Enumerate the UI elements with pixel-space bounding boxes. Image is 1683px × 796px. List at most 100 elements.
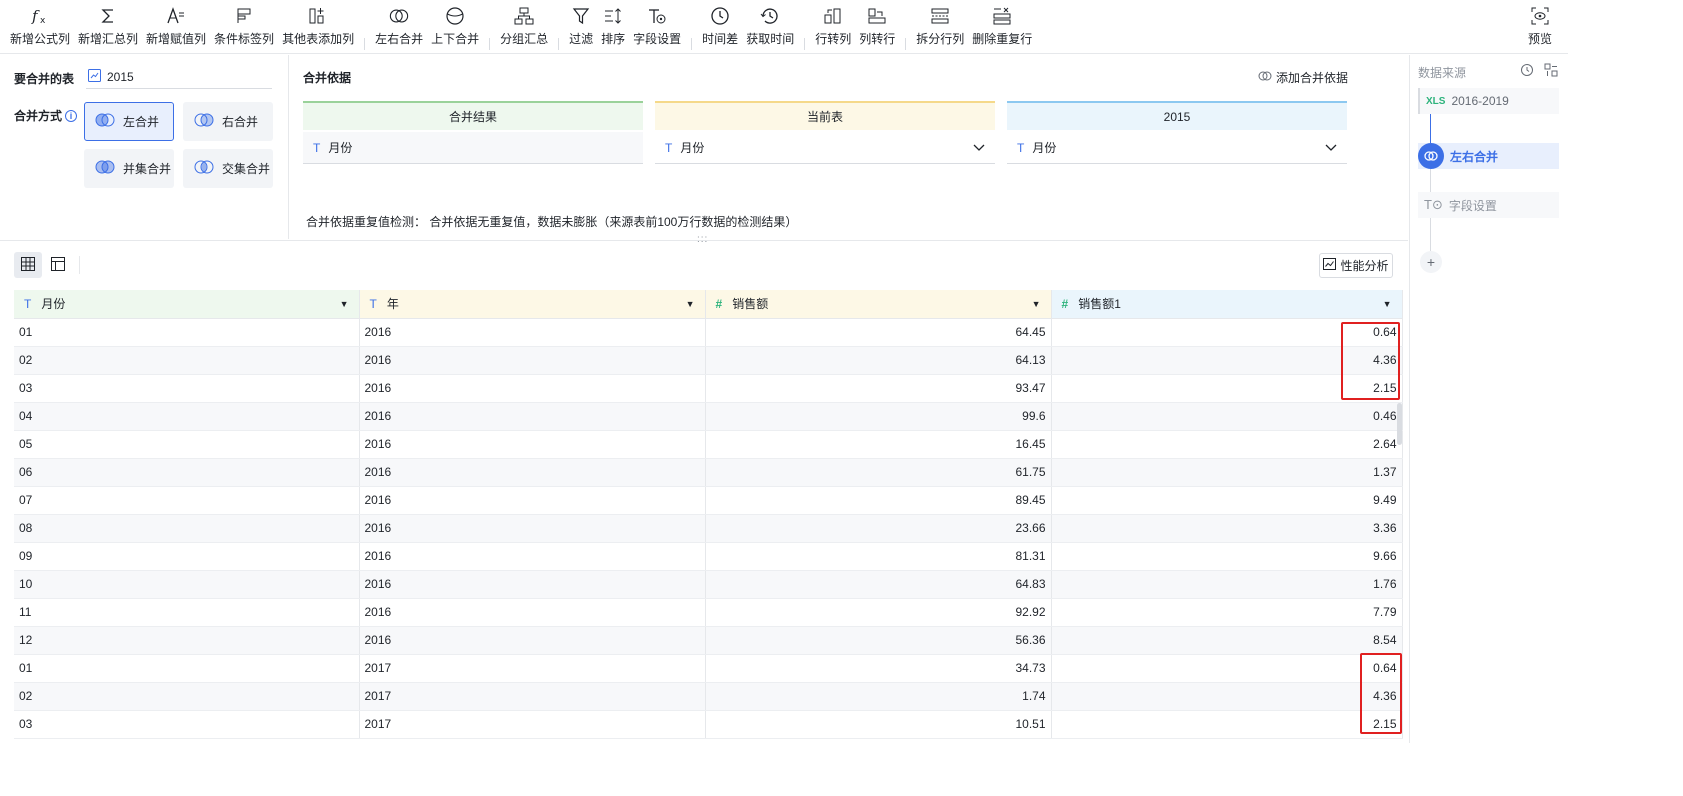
table-cell[interactable]: 11	[14, 598, 360, 627]
join-step-node[interactable]: 左右合并	[1418, 143, 1559, 169]
table-cell[interactable]: 07	[14, 486, 360, 515]
table-cell[interactable]: 2.15	[1051, 374, 1403, 403]
table-cell[interactable]: 2017	[359, 710, 706, 739]
table-cell[interactable]: 01	[14, 654, 360, 683]
table-cell[interactable]: 10	[14, 570, 360, 599]
source-node[interactable]: XLS 2016-2019	[1418, 88, 1559, 114]
toolbar-button-split[interactable]: 拆分行列	[912, 0, 968, 47]
table-cell[interactable]: 2.64	[1051, 430, 1403, 459]
table-cell[interactable]: 64.13	[705, 346, 1052, 375]
caret-down-icon[interactable]: ▼	[1383, 299, 1392, 309]
toolbar-button-row-to-col[interactable]: 行转列	[811, 0, 855, 47]
table-cell[interactable]: 16.45	[705, 430, 1052, 459]
field-settings-step-node[interactable]: T⊙ 字段设置	[1418, 192, 1559, 218]
table-cell[interactable]: 9.49	[1051, 486, 1403, 515]
table-cell[interactable]: 0.46	[1051, 402, 1403, 431]
toolbar-button-dedupe[interactable]: 删除重复行	[968, 0, 1036, 47]
table-cell[interactable]: 0.64	[1051, 318, 1403, 347]
table-cell[interactable]: 10.51	[705, 710, 1052, 739]
column-header[interactable]: T 年 ▼	[359, 290, 706, 319]
table-cell[interactable]: 2016	[359, 374, 706, 403]
table-cell[interactable]: 1.37	[1051, 458, 1403, 487]
table-cell[interactable]: 03	[14, 374, 360, 403]
table-cell[interactable]: 04	[14, 402, 360, 431]
toolbar-button-clock[interactable]: 时间差	[698, 0, 742, 47]
merge-table-select[interactable]: 2015	[86, 65, 272, 89]
table-cell[interactable]: 06	[14, 458, 360, 487]
expand-icon[interactable]	[1544, 63, 1558, 80]
table-cell[interactable]: 2016	[359, 598, 706, 627]
right-merge-option[interactable]: 右合并	[183, 102, 273, 141]
table-cell[interactable]: 02	[14, 346, 360, 375]
left-merge-option[interactable]: 左合并	[84, 102, 174, 141]
table-cell[interactable]: 3.36	[1051, 514, 1403, 543]
table-cell[interactable]: 64.45	[705, 318, 1052, 347]
table-cell[interactable]: 12	[14, 626, 360, 655]
table-cell[interactable]: 64.83	[705, 570, 1052, 599]
toolbar-button-flag[interactable]: 条件标签列	[210, 0, 278, 47]
table-cell[interactable]: 9.66	[1051, 542, 1403, 571]
vertical-scrollbar[interactable]	[1397, 403, 1402, 445]
union-merge-option[interactable]: 并集合并	[84, 149, 174, 188]
table-cell[interactable]: 2016	[359, 486, 706, 515]
column-header[interactable]: # 销售额 ▼	[705, 290, 1052, 319]
add-step-button[interactable]: +	[1420, 251, 1442, 273]
toolbar-button-union[interactable]: 上下合并	[427, 0, 483, 47]
basis-field-current-select[interactable]: T 月份	[655, 132, 995, 164]
history-icon[interactable]	[1520, 63, 1534, 80]
layout-view-button[interactable]	[44, 252, 72, 278]
table-cell[interactable]: 2016	[359, 402, 706, 431]
table-cell[interactable]: 08	[14, 514, 360, 543]
info-icon[interactable]: i	[65, 109, 78, 122]
table-cell[interactable]: 05	[14, 430, 360, 459]
table-cell[interactable]: 2016	[359, 318, 706, 347]
table-cell[interactable]: 2017	[359, 654, 706, 683]
toolbar-button-sort[interactable]: 排序	[597, 0, 629, 47]
table-cell[interactable]: 23.66	[705, 514, 1052, 543]
add-basis-button[interactable]: 添加合并依据	[1258, 69, 1348, 86]
table-cell[interactable]: 2016	[359, 430, 706, 459]
table-cell[interactable]: 03	[14, 710, 360, 739]
table-cell[interactable]: 2016	[359, 626, 706, 655]
table-cell[interactable]: 2017	[359, 682, 706, 711]
table-cell[interactable]: 01	[14, 318, 360, 347]
table-cell[interactable]: 89.45	[705, 486, 1052, 515]
intersect-merge-option[interactable]: 交集合并	[183, 149, 273, 188]
toolbar-button-assign[interactable]: 新增赋值列	[142, 0, 210, 47]
table-cell[interactable]: 09	[14, 542, 360, 571]
table-cell[interactable]: 2016	[359, 542, 706, 571]
table-cell[interactable]: 8.54	[1051, 626, 1403, 655]
table-cell[interactable]: 2016	[359, 570, 706, 599]
table-cell[interactable]: 02	[14, 682, 360, 711]
toolbar-button-filter[interactable]: 过滤	[565, 0, 597, 47]
grid-view-button[interactable]	[14, 252, 42, 278]
table-cell[interactable]: 2.15	[1051, 710, 1403, 739]
caret-down-icon[interactable]: ▼	[686, 299, 695, 309]
table-cell[interactable]: 0.64	[1051, 654, 1403, 683]
toolbar-button-group[interactable]: 分组汇总	[496, 0, 552, 47]
caret-down-icon[interactable]: ▼	[1032, 299, 1041, 309]
toolbar-button-formula[interactable]: f x 新增公式列	[6, 0, 74, 47]
table-cell[interactable]: 56.36	[705, 626, 1052, 655]
table-cell[interactable]: 4.36	[1051, 346, 1403, 375]
caret-down-icon[interactable]: ▼	[340, 299, 349, 309]
toolbar-button-field-settings[interactable]: 字段设置	[629, 0, 685, 47]
table-cell[interactable]: 2016	[359, 514, 706, 543]
toolbar-button-col-to-row[interactable]: 列转行	[855, 0, 899, 47]
toolbar-button-add-column[interactable]: 其他表添加列	[278, 0, 358, 47]
toolbar-button-join[interactable]: 左右合并	[371, 0, 427, 47]
performance-analysis-button[interactable]: 性能分析	[1319, 253, 1393, 278]
table-cell[interactable]: 93.47	[705, 374, 1052, 403]
table-cell[interactable]: 7.79	[1051, 598, 1403, 627]
table-cell[interactable]: 34.73	[705, 654, 1052, 683]
table-cell[interactable]: 1.74	[705, 682, 1052, 711]
table-cell[interactable]: 61.75	[705, 458, 1052, 487]
table-cell[interactable]: 2016	[359, 458, 706, 487]
table-cell[interactable]: 2016	[359, 346, 706, 375]
preview-button[interactable]: 预览	[1524, 0, 1556, 47]
table-cell[interactable]: 4.36	[1051, 682, 1403, 711]
column-header[interactable]: T 月份 ▼	[14, 290, 360, 319]
table-cell[interactable]: 99.6	[705, 402, 1052, 431]
table-cell[interactable]: 1.76	[1051, 570, 1403, 599]
toolbar-button-sigma[interactable]: 新增汇总列	[74, 0, 142, 47]
